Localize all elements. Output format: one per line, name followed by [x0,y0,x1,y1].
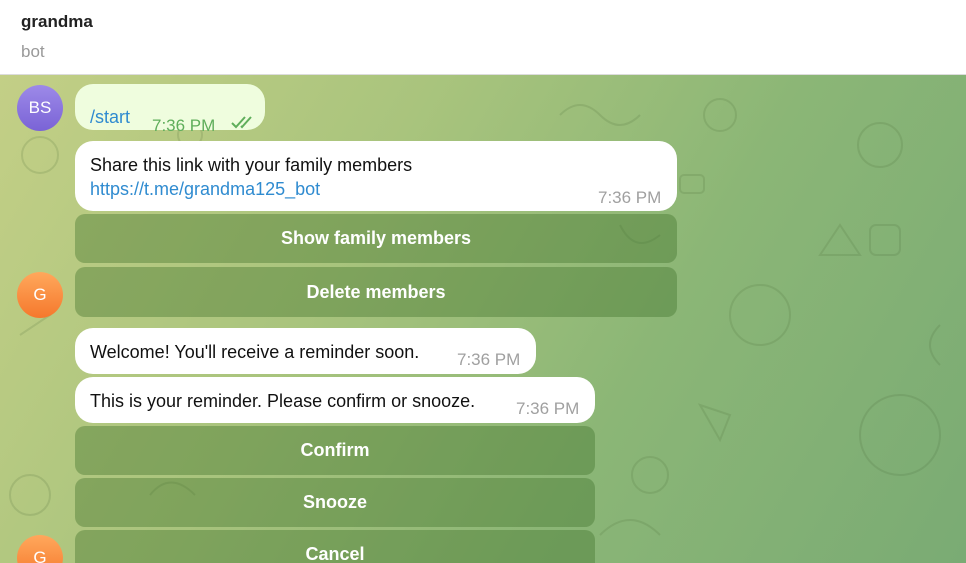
message-time: 7:36 PM [598,188,662,207]
message-time: 7:36 PM [457,350,521,369]
cancel-button[interactable]: Cancel [75,530,595,563]
snooze-button[interactable]: Snooze [75,478,595,527]
delete-members-button[interactable]: Delete members [75,267,677,317]
bot-avatar[interactable]: G [17,272,63,318]
bot-link[interactable]: https://t.me/grandma125_bot [90,177,320,201]
chat-header: grandma bot [0,0,966,75]
chat-area[interactable]: BS /start 7:36 PM Share this link with y… [0,75,966,563]
chat-title[interactable]: grandma [21,12,93,32]
message-text: Share this link with your family members [90,155,413,175]
user-avatar[interactable]: BS [17,85,63,131]
message-time: 7:36 PM [152,116,216,135]
chat-status: bot [21,42,45,61]
double-check-icon [231,116,252,129]
confirm-button[interactable]: Confirm [75,426,595,475]
start-command[interactable]: /start [90,105,130,129]
message-text: Welcome! You'll receive a reminder soon. [90,342,420,362]
bot-message-reminder: This is your reminder. Please confirm or… [75,377,595,423]
bot-message-welcome: Welcome! You'll receive a reminder soon.… [75,328,536,374]
bot-message-share: Share this link with your family members… [75,141,677,211]
message-text: This is your reminder. Please confirm or… [90,391,476,411]
outgoing-message[interactable]: /start 7:36 PM [75,84,265,135]
message-time: 7:36 PM [516,399,580,418]
show-family-members-button[interactable]: Show family members [75,214,677,263]
